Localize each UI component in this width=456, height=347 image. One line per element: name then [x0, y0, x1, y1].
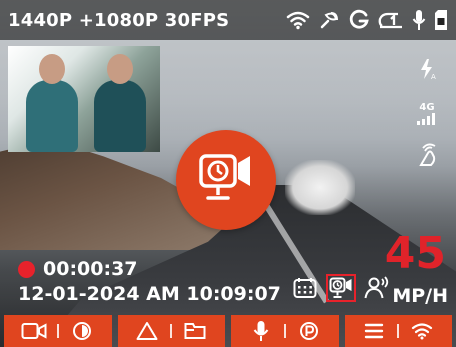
wifi-icon: [286, 10, 310, 30]
resolution-label: 1440P +1080P 30FPS: [8, 9, 230, 31]
toolbar-group-video: [4, 315, 112, 347]
car: [285, 160, 355, 215]
rear-camera-pip[interactable]: [8, 46, 160, 152]
record-dot-icon: [18, 260, 35, 278]
contrast-icon[interactable]: [69, 318, 95, 344]
menu-icon[interactable]: [361, 318, 387, 344]
toolbar-separator: [56, 324, 59, 338]
toolbar-separator: [170, 324, 173, 338]
toolbar-separator: [283, 324, 286, 338]
mic-icon[interactable]: [248, 318, 274, 344]
timelapse-camera-icon: [198, 153, 254, 207]
toolbar-separator: [397, 324, 400, 338]
bottom-toolbar: [0, 315, 456, 347]
auto-flash-icon: A: [416, 58, 438, 84]
g-sensor-icon: [348, 9, 370, 31]
passenger: [94, 54, 146, 152]
mode-icons: [290, 274, 392, 302]
speed-unit: MP/H: [392, 285, 448, 307]
timer-label: 00:00:37: [43, 258, 138, 280]
speed-value: 45: [384, 228, 446, 279]
wifi-icon[interactable]: [409, 318, 435, 344]
svg-text:A: A: [431, 73, 436, 80]
video-camera-icon[interactable]: [21, 318, 47, 344]
status-bar: 1440P +1080P 30FPS: [0, 0, 456, 40]
parking-icon[interactable]: [296, 318, 322, 344]
passenger: [26, 54, 78, 152]
dashcam-screen: 1440P +1080P 30FPS A 4G 00:00:37 12-01-2…: [0, 0, 456, 347]
side-indicators: A 4G: [412, 58, 442, 173]
network-label: 4G: [419, 102, 435, 113]
record-button[interactable]: [176, 130, 276, 230]
gps-icon: [318, 9, 340, 31]
timelapse-mode-icon[interactable]: [326, 274, 356, 302]
folder-icon[interactable]: [182, 318, 208, 344]
toolbar-group-menu: [344, 315, 452, 347]
gesture-icon: [416, 143, 438, 173]
sd-card-icon: [434, 9, 448, 31]
4g-signal-icon: 4G: [416, 102, 438, 125]
calendar-icon[interactable]: [290, 274, 320, 302]
recording-timer: 00:00:37: [18, 258, 138, 280]
loop-1-icon: [378, 10, 404, 30]
toolbar-group-audio: [231, 315, 339, 347]
date-time-label: 12-01-2024 AM 10:09:07: [18, 283, 281, 305]
mic-icon: [412, 9, 426, 31]
toolbar-group-event: [117, 315, 225, 347]
warning-triangle-icon[interactable]: [134, 318, 160, 344]
